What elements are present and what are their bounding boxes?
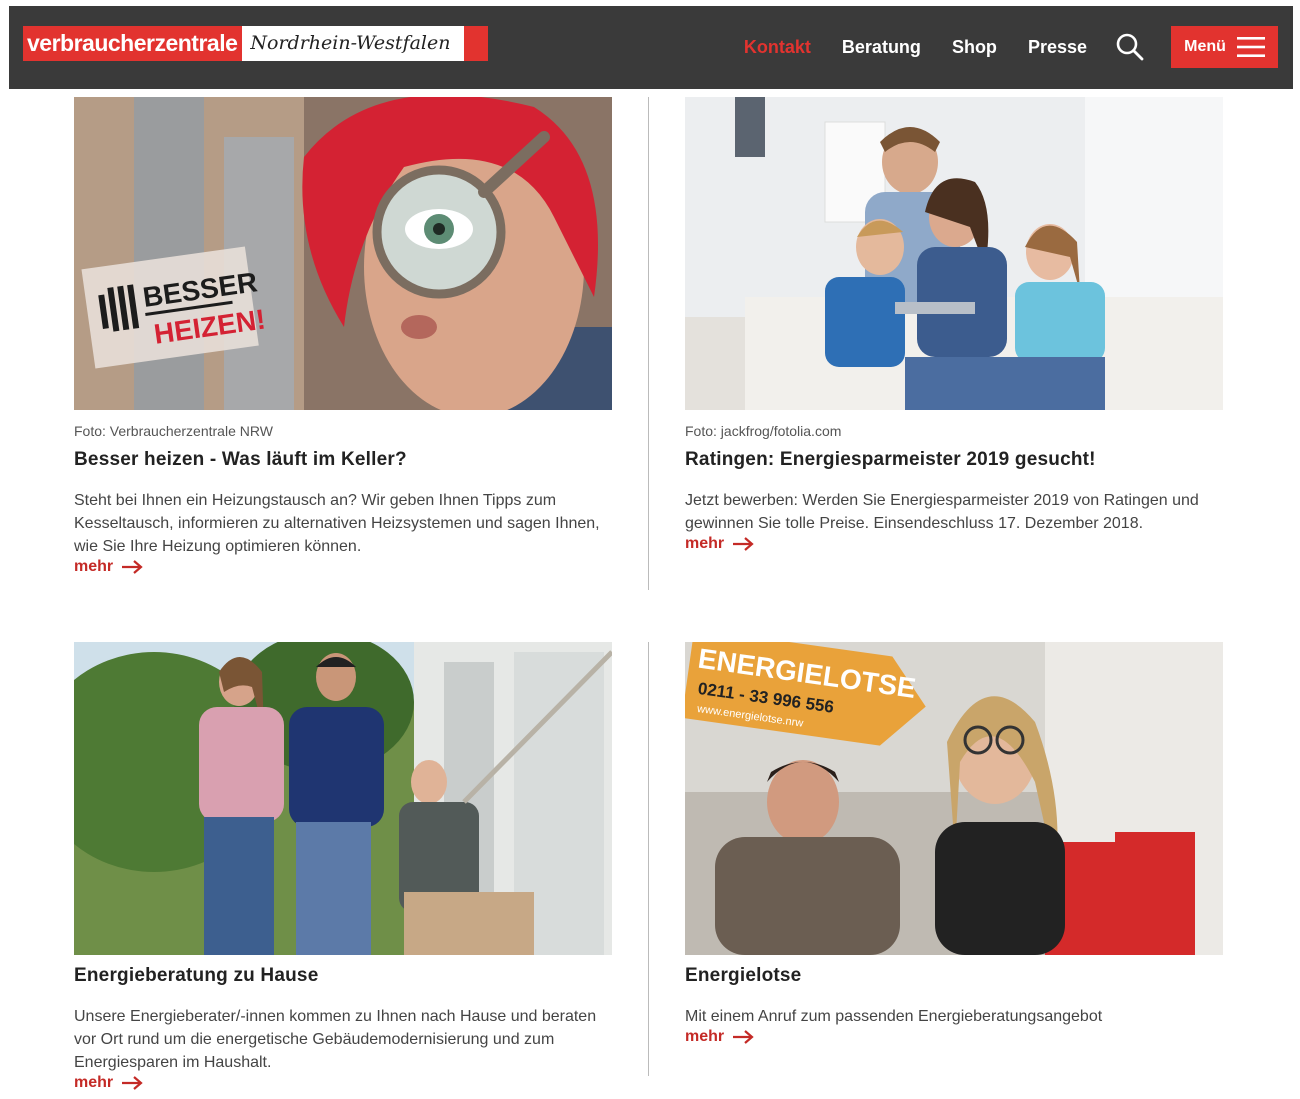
main-nav: Kontakt Beratung Shop Presse Menü	[713, 26, 1278, 68]
column-divider	[648, 97, 649, 590]
more-label: mehr	[685, 1028, 725, 1045]
teaser-image-energielotse[interactable]: ENERGIELOTSE 0211 - 33 996 556 www.energ…	[685, 642, 1223, 955]
teaser-card: Foto: jackfrog/fotolia.com Ratingen: Ene…	[685, 97, 1223, 553]
hamburger-icon	[1236, 37, 1265, 57]
arrow-right-icon	[733, 1030, 754, 1044]
teaser-card: Energieberatung zu Hause Unsere Energieb…	[74, 642, 612, 1092]
search-button[interactable]	[1113, 30, 1147, 64]
logo-accent-block	[464, 26, 489, 61]
teaser-card: BESSER HEIZEN! Foto: Verbraucherzentrale…	[74, 97, 612, 576]
nav-kontakt[interactable]: Kontakt	[744, 37, 811, 58]
teaser-text: Steht bei Ihnen ein Heizungstausch an? W…	[74, 492, 600, 555]
teaser-image-heating[interactable]: BESSER HEIZEN!	[74, 97, 612, 410]
teaser-title[interactable]: Energieberatung zu Hause	[74, 965, 612, 987]
more-link[interactable]: mehr	[74, 558, 143, 576]
logo-region-text: Nordrhein-Westfalen	[242, 26, 465, 61]
more-label: mehr	[74, 1074, 114, 1091]
photo-credit: Foto: jackfrog/fotolia.com	[685, 423, 842, 439]
more-link[interactable]: mehr	[685, 1028, 754, 1046]
teaser-image-family[interactable]	[685, 97, 1223, 410]
top-navigation-bar: verbraucherzentrale Nordrhein-Westfalen …	[9, 6, 1293, 89]
column-divider	[648, 642, 649, 1076]
teaser-image-home-consulting[interactable]	[74, 642, 612, 955]
arrow-right-icon	[122, 560, 143, 574]
teaser-text: Mit einem Anruf zum passenden Energieber…	[685, 1008, 1103, 1025]
photo-credit: Foto: Verbraucherzentrale NRW	[74, 423, 273, 439]
teaser-title[interactable]: Energielotse	[685, 965, 1223, 987]
more-label: mehr	[74, 558, 114, 575]
more-label: mehr	[685, 535, 725, 552]
teaser-title[interactable]: Ratingen: Energiesparmeister 2019 gesuch…	[685, 449, 1223, 471]
teaser-text: Jetzt bewerben: Werden Sie Energiesparme…	[685, 492, 1199, 532]
more-link[interactable]: mehr	[74, 1074, 143, 1092]
teaser-card: ENERGIELOTSE 0211 - 33 996 556 www.energ…	[685, 642, 1223, 1046]
more-link[interactable]: mehr	[685, 535, 754, 553]
arrow-right-icon	[122, 1076, 143, 1090]
teaser-title[interactable]: Besser heizen - Was läuft im Keller?	[74, 449, 612, 471]
teaser-text: Unsere Energieberater/-innen kommen zu I…	[74, 1008, 597, 1071]
nav-beratung[interactable]: Beratung	[842, 37, 921, 58]
nav-presse[interactable]: Presse	[1028, 37, 1087, 58]
search-icon	[1116, 33, 1144, 61]
menu-button[interactable]: Menü	[1171, 26, 1278, 68]
nav-shop[interactable]: Shop	[952, 37, 997, 58]
site-logo[interactable]: verbraucherzentrale Nordrhein-Westfalen	[23, 26, 489, 61]
menu-label: Menü	[1184, 38, 1226, 55]
arrow-right-icon	[733, 537, 754, 551]
logo-main-text: verbraucherzentrale	[23, 26, 243, 61]
